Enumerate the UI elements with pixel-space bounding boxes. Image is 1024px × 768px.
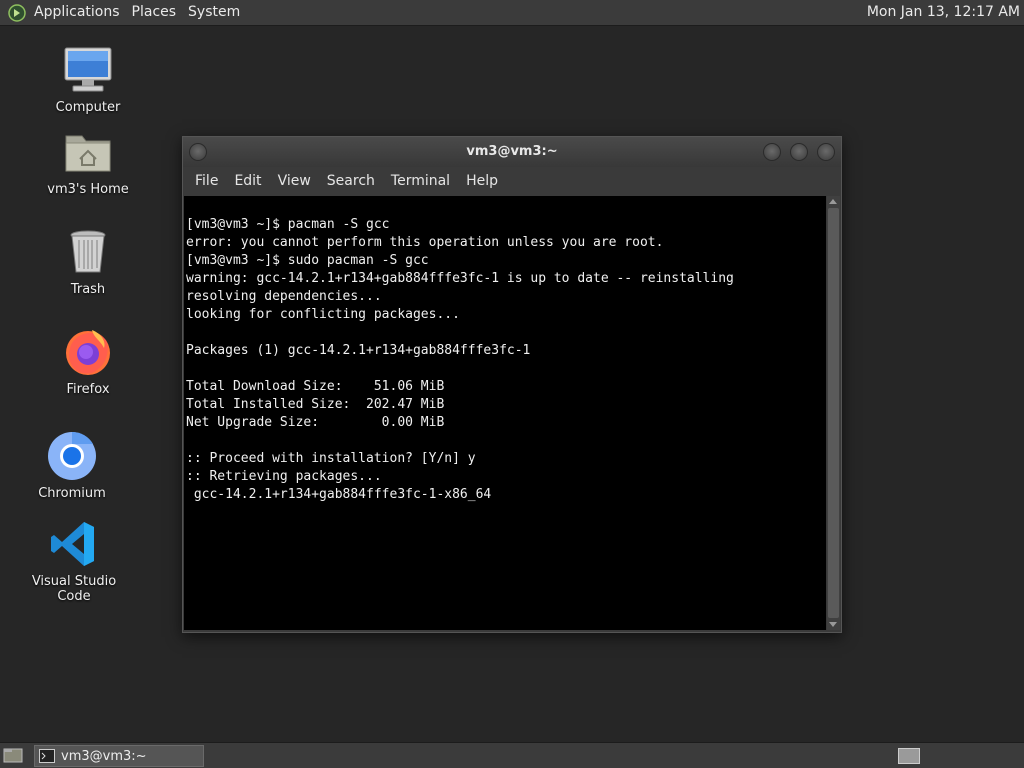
desktop-icon-vscode[interactable]: Visual Studio Code [19,518,129,604]
terminal-line: Packages (1) gcc-14.2.1+r134+gab884fffe3… [186,343,531,358]
home-folder-icon [62,126,114,178]
desktop-icon-firefox[interactable]: Firefox [33,326,143,397]
applications-menu[interactable]: Applications [28,0,126,25]
terminal-line: looking for conflicting packages... [186,307,460,322]
desktop-icon-label: Trash [70,282,106,297]
taskbar-item-label: vm3@vm3:~ [61,748,147,764]
desktop-icon-computer[interactable]: Computer [33,44,143,115]
chromium-icon [46,430,98,482]
places-menu[interactable]: Places [126,0,183,25]
terminal-window[interactable]: vm3@vm3:~ File Edit View Search Terminal… [182,136,842,633]
terminal-line: Total Download Size: 51.06 MiB [186,379,445,394]
terminal-line: warning: gcc-14.2.1+r134+gab884fffe3fc-1… [186,271,734,286]
terminal-line: [vm3@vm3 ~]$ pacman -S gcc [186,217,390,232]
firefox-icon [62,326,114,378]
terminal-line: Total Installed Size: 202.47 MiB [186,397,445,412]
desktop-icon-home[interactable]: vm3's Home [33,126,143,197]
desktop-icon-label: Chromium [38,486,106,501]
terminal-line: [vm3@vm3 ~]$ sudo pacman -S gcc [186,253,429,268]
desktop-icon-label: Computer [55,100,121,115]
terminal-line: Net Upgrade Size: 0.00 MiB [186,415,445,430]
terminal-line: error: you cannot perform this operation… [186,235,664,250]
workspace-switcher[interactable] [898,748,920,764]
vscode-icon [48,518,100,570]
terminal-line: :: Retrieving packages... [186,469,382,484]
terminal-line: :: Proceed with installation? [Y/n] y [186,451,476,466]
terminal-output[interactable]: [vm3@vm3 ~]$ pacman -S gcc error: you can… [184,196,826,630]
desktop-icon-label: Firefox [66,382,110,397]
terminal-icon [39,749,55,763]
scrollbar-thumb[interactable] [828,208,839,618]
menu-terminal[interactable]: Terminal [383,167,458,195]
terminal-line: gcc-14.2.1+r134+gab884fffe3fc-1-x86_64 [186,487,492,502]
menu-edit[interactable]: Edit [226,167,269,195]
window-titlebar[interactable]: vm3@vm3:~ [183,137,841,167]
scroll-up-arrow-icon[interactable] [829,199,837,204]
show-desktop-icon[interactable] [3,747,23,767]
menu-file[interactable]: File [187,167,226,195]
distro-logo-icon[interactable] [6,2,28,24]
trash-icon [62,226,114,278]
menu-search[interactable]: Search [319,167,383,195]
bottom-panel: vm3@vm3:~ [0,742,1024,768]
top-panel: Applications Places System Mon Jan 13, 1… [0,0,1024,26]
scroll-down-arrow-icon[interactable] [829,622,837,627]
menu-help[interactable]: Help [458,167,506,195]
window-menubar: File Edit View Search Terminal Help [183,167,841,195]
taskbar-item-terminal[interactable]: vm3@vm3:~ [34,745,204,767]
desktop-icon-label: Visual Studio Code [31,574,117,604]
panel-clock[interactable]: Mon Jan 13, 12:17 AM [867,0,1020,25]
terminal-line: resolving dependencies... [186,289,382,304]
close-button[interactable] [817,143,835,161]
menu-view[interactable]: View [270,167,319,195]
desktop-icon-label: vm3's Home [47,182,129,197]
minimize-button[interactable] [763,143,781,161]
desktop-icon-trash[interactable]: Trash [33,226,143,297]
system-menu[interactable]: System [182,0,246,25]
window-title: vm3@vm3:~ [466,144,558,159]
terminal-scrollbar[interactable] [827,196,840,630]
maximize-button[interactable] [790,143,808,161]
desktop-icon-chromium[interactable]: Chromium [17,430,127,501]
computer-icon [62,44,114,96]
